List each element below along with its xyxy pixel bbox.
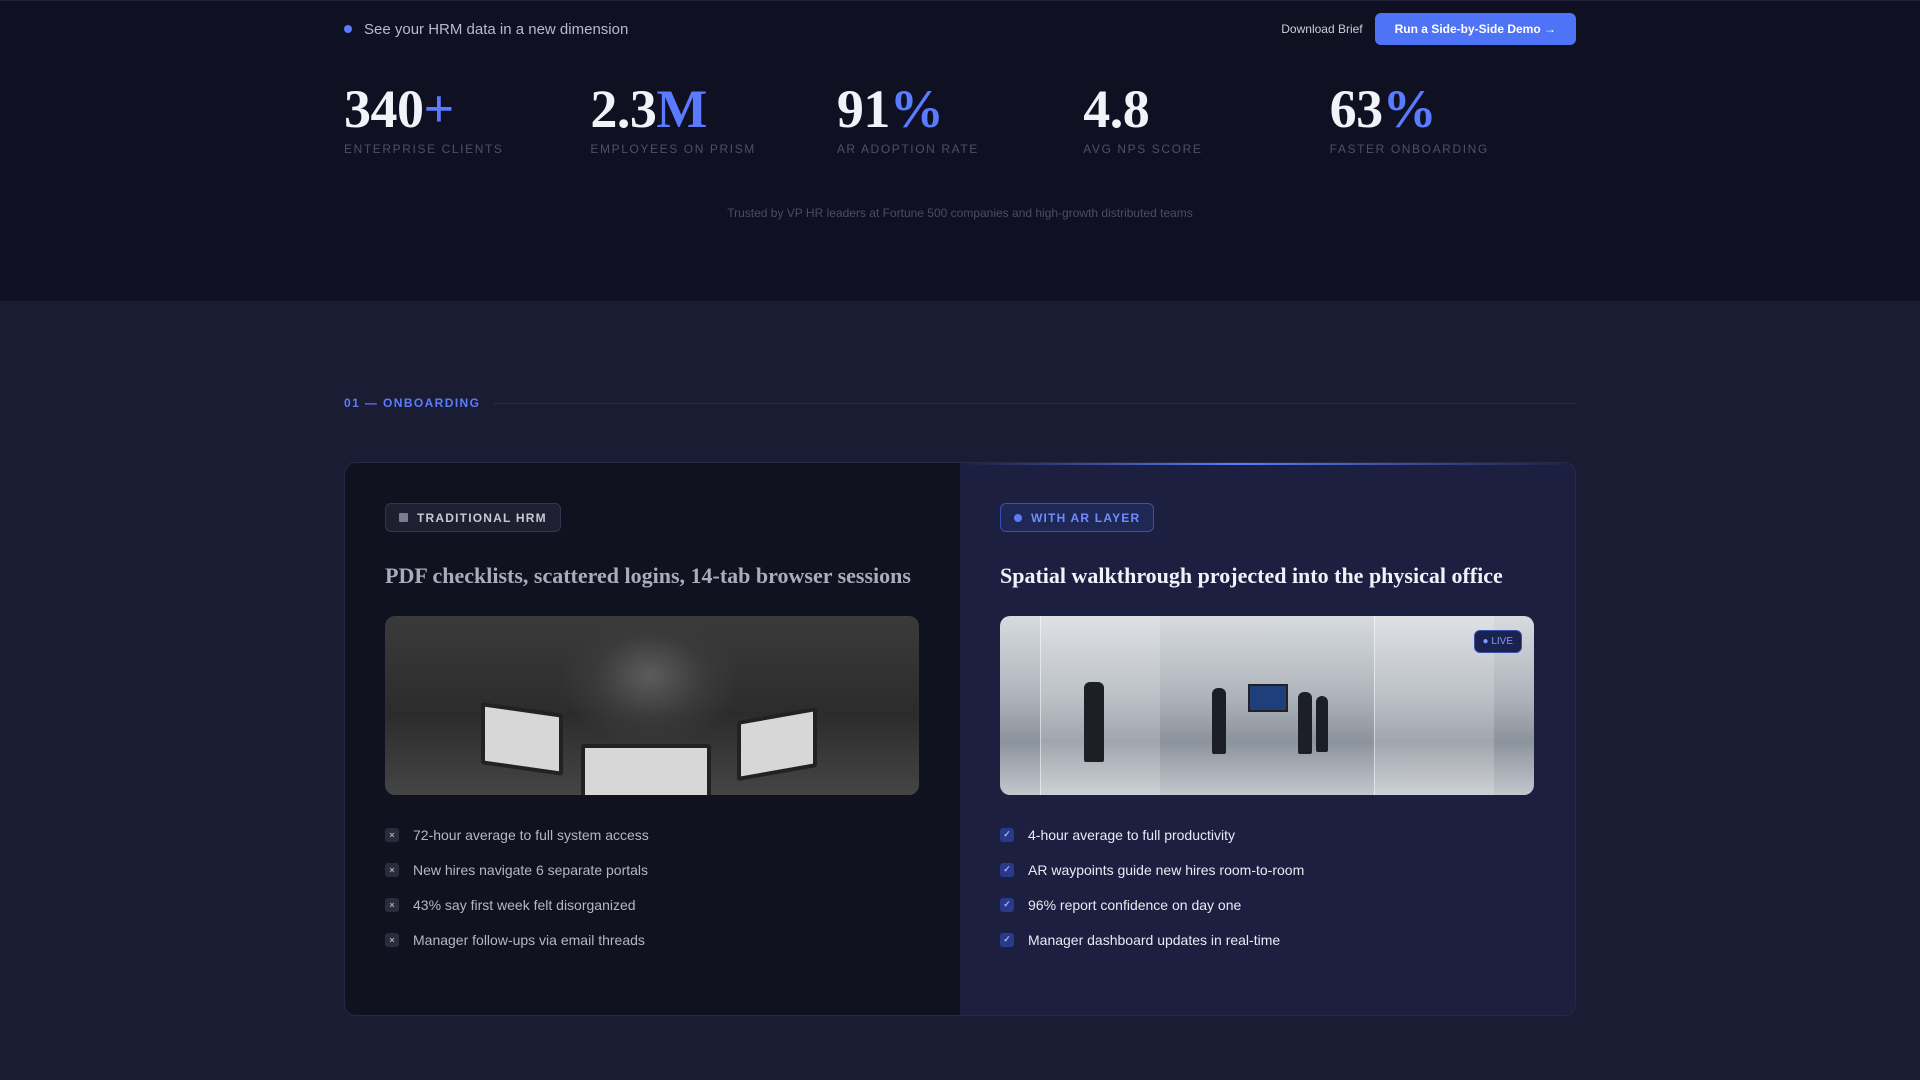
list-item: × 72-hour average to full system access: [385, 817, 920, 852]
person-image-part: [1084, 682, 1104, 762]
ar-feature-list: ✓ 4-hour average to full productivity ✓ AR…: [1000, 817, 1535, 957]
check-icon: ✓: [1000, 862, 1014, 877]
feature-text: Manager dashboard updates in real-time: [1028, 931, 1281, 948]
traditional-badge: TRADITIONAL HRM: [385, 503, 561, 532]
comparison-card: TRADITIONAL HRM PDF checklists, scattere…: [344, 462, 1576, 1016]
feature-text: Manager follow-ups via email threads: [413, 931, 645, 948]
feature-text: New hires navigate 6 separate portals: [413, 861, 649, 878]
ar-panel: WITH AR LAYER Spatial walkthrough projec…: [960, 463, 1575, 1015]
section-divider: [494, 402, 1576, 404]
stat-label: AVG NPS SCORE: [1083, 142, 1203, 156]
person-image-part: [1316, 696, 1328, 752]
traditional-title: PDF checklists, scattered logins, 14-tab…: [385, 563, 911, 588]
wall-screen-image-part: [1248, 684, 1288, 712]
stat-label: EMPLOYEES ON PRISM: [590, 142, 756, 156]
download-brief-button[interactable]: Download Brief: [1281, 22, 1362, 36]
x-mark-icon: ×: [385, 897, 399, 912]
topbar-actions: Download Brief Run a Side-by-Side Demo →: [1281, 13, 1576, 45]
badge-label: TRADITIONAL HRM: [417, 510, 547, 525]
section-eyebrow: 01 — ONBOARDING: [344, 396, 481, 410]
laptop-image-part: [581, 744, 711, 795]
section-header: 01 — ONBOARDING: [344, 396, 1576, 410]
stat-label: ENTERPRISE CLIENTS: [344, 142, 504, 156]
announcement: See your HRM data in a new dimension: [344, 21, 628, 38]
person-image-part: [1212, 688, 1226, 754]
stat-nps: 4.8 AVG NPS SCORE: [1083, 80, 1329, 156]
ar-badge: WITH AR LAYER: [1000, 503, 1155, 532]
top-bar: See your HRM data in a new dimension Dow…: [344, 0, 1576, 58]
square-icon: [399, 513, 408, 522]
traditional-feature-list: × 72-hour average to full system access ×…: [385, 817, 920, 957]
run-demo-button[interactable]: Run a Side-by-Side Demo →: [1374, 13, 1576, 45]
stats-row: 340+ ENTERPRISE CLIENTS 2.3M EMPLOYEES O…: [344, 80, 1576, 156]
x-mark-icon: ×: [385, 862, 399, 877]
stat-value: 91%: [836, 79, 944, 139]
x-mark-icon: ×: [385, 932, 399, 947]
live-badge: ● LIVE: [1473, 630, 1522, 653]
stat-value: 4.8: [1083, 79, 1150, 139]
x-mark-icon: ×: [385, 827, 399, 842]
stat-enterprise-clients: 340+ ENTERPRISE CLIENTS: [344, 80, 590, 156]
laptop-image-part: [737, 706, 817, 782]
stat-onboarding: 63% FASTER ONBOARDING: [1330, 80, 1576, 156]
trusted-text: Trusted by VP HR leaders at Fortune 500 …: [727, 206, 1193, 220]
traditional-panel: TRADITIONAL HRM PDF checklists, scattere…: [345, 463, 960, 1015]
badge-label: WITH AR LAYER: [1031, 510, 1141, 525]
person-image-part: [1298, 692, 1312, 754]
list-item: × Manager follow-ups via email threads: [385, 922, 920, 957]
list-item: ✓ 4-hour average to full productivity: [1000, 817, 1535, 852]
feature-text: AR waypoints guide new hires room-to-roo…: [1028, 861, 1305, 878]
stat-value: 340+: [344, 79, 454, 139]
announcement-text: See your HRM data in a new dimension: [364, 20, 629, 38]
feature-text: 72-hour average to full system access: [413, 826, 649, 843]
feature-text: 96% report confidence on day one: [1028, 896, 1242, 913]
feature-text: 43% say first week felt disorganized: [413, 896, 636, 913]
stat-ar-adoption: 91% AR ADOPTION RATE: [837, 80, 1083, 156]
stat-label: AR ADOPTION RATE: [836, 142, 979, 156]
check-icon: ✓: [1000, 932, 1014, 947]
status-dot-icon: [344, 25, 352, 33]
ar-title: Spatial walkthrough projected into the p…: [1000, 563, 1503, 588]
stat-employees: 2.3M EMPLOYEES ON PRISM: [590, 80, 836, 156]
list-item: × 43% say first week felt disorganized: [385, 887, 920, 922]
check-icon: ✓: [1000, 827, 1014, 842]
stat-value: 63%: [1329, 79, 1437, 139]
laptop-image-part: [481, 702, 563, 776]
list-item: ✓ Manager dashboard updates in real-time: [1000, 922, 1535, 957]
check-icon: ✓: [1000, 897, 1014, 912]
stat-label: FASTER ONBOARDING: [1329, 142, 1489, 156]
feature-text: 4-hour average to full productivity: [1028, 826, 1235, 843]
circle-icon: [1014, 513, 1022, 522]
list-item: × New hires navigate 6 separate portals: [385, 852, 920, 887]
stat-value: 2.3M: [590, 79, 707, 139]
list-item: ✓ AR waypoints guide new hires room-to-ro…: [1000, 852, 1535, 887]
list-item: ✓ 96% report confidence on day one: [1000, 887, 1535, 922]
office-corridor-image: ● LIVE: [1000, 616, 1534, 795]
stressed-worker-image: [385, 616, 919, 795]
